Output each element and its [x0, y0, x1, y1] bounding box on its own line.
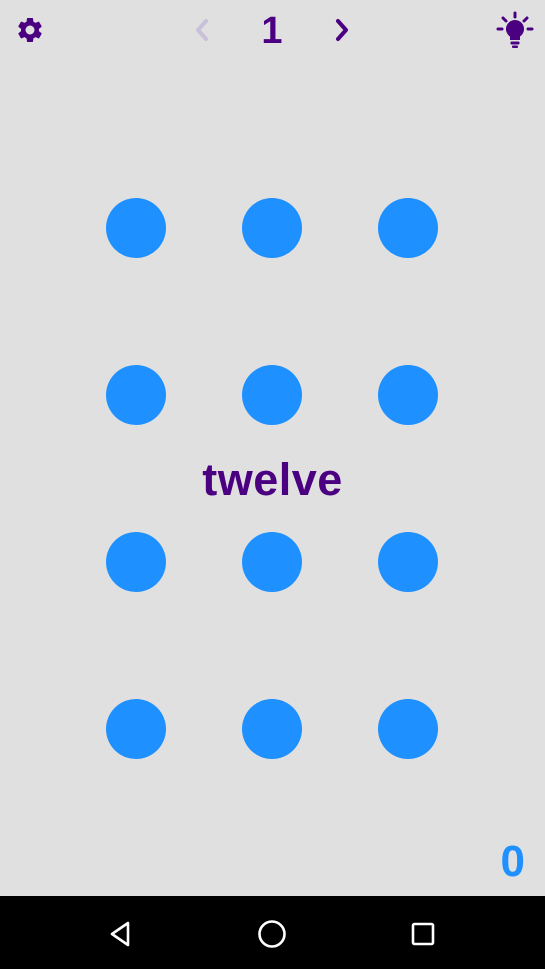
dot[interactable]	[242, 198, 302, 258]
dot[interactable]	[106, 699, 166, 759]
game-screen: 1 twelve 0	[0, 0, 545, 896]
previous-level-button[interactable]	[182, 10, 222, 50]
home-circle-icon	[258, 920, 286, 948]
chevron-left-icon	[196, 19, 208, 41]
back-button[interactable]	[99, 912, 143, 956]
recent-apps-button[interactable]	[401, 912, 445, 956]
dot[interactable]	[378, 532, 438, 592]
home-button[interactable]	[250, 912, 294, 956]
next-level-button[interactable]	[322, 10, 362, 50]
recent-apps-square-icon	[411, 922, 435, 946]
chevron-right-icon	[336, 19, 348, 41]
system-navigation-bar	[0, 896, 545, 969]
settings-button[interactable]	[10, 10, 50, 50]
dot[interactable]	[106, 365, 166, 425]
hint-button[interactable]	[494, 8, 536, 52]
dot[interactable]	[378, 198, 438, 258]
dot[interactable]	[106, 532, 166, 592]
lightbulb-icon	[496, 11, 534, 48]
gear-icon	[18, 17, 42, 42]
back-triangle-icon	[110, 921, 130, 947]
level-number: 1	[261, 10, 283, 52]
dot[interactable]	[242, 532, 302, 592]
dot[interactable]	[106, 198, 166, 258]
number-word: twelve	[202, 454, 343, 505]
dot[interactable]	[242, 699, 302, 759]
dot[interactable]	[378, 699, 438, 759]
dot[interactable]	[378, 365, 438, 425]
score-counter: 0	[500, 837, 525, 886]
dot[interactable]	[242, 365, 302, 425]
